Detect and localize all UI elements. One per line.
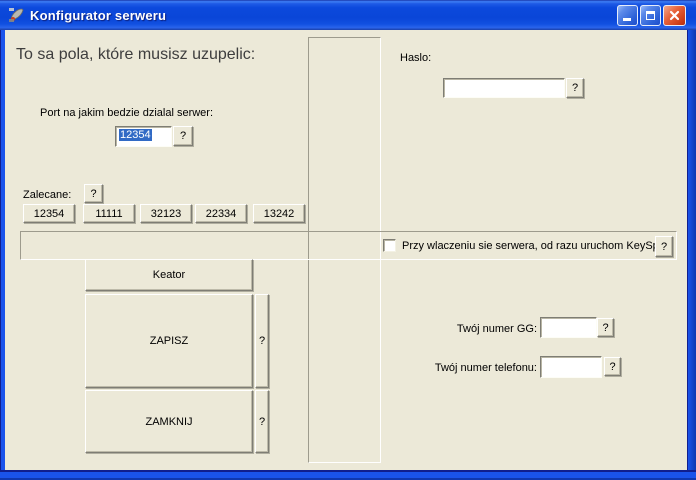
close-icon xyxy=(669,10,680,21)
minimize-icon xyxy=(623,18,631,21)
autostart-checkbox[interactable] xyxy=(383,239,396,252)
minimize-button[interactable] xyxy=(617,5,638,26)
keator-button[interactable]: Keator xyxy=(85,259,253,291)
gg-help-button[interactable]: ? xyxy=(597,318,614,337)
page-title: To sa pola, które musisz uzupelic: xyxy=(16,46,255,64)
port-help-button[interactable]: ? xyxy=(173,126,193,146)
port-option-button-1[interactable]: 12354 xyxy=(23,204,75,223)
close-button[interactable] xyxy=(663,5,686,26)
app-icon xyxy=(8,7,25,24)
haslo-label: Haslo: xyxy=(400,52,431,64)
zalecane-label: Zalecane: xyxy=(23,189,71,201)
telefon-help-button[interactable]: ? xyxy=(604,357,621,376)
port-label: Port na jakim bedzie dzialal serwer: xyxy=(40,107,213,119)
window-border-bottom xyxy=(0,470,696,480)
port-input[interactable]: 12354 xyxy=(115,126,172,147)
window-border-right xyxy=(687,30,696,470)
maximize-icon xyxy=(646,11,655,20)
zapisz-help-button[interactable]: ? xyxy=(255,294,269,388)
port-input-selected-text: 12354 xyxy=(119,129,152,141)
zapisz-button[interactable]: ZAPISZ xyxy=(85,294,253,388)
haslo-input[interactable] xyxy=(443,78,565,98)
telefon-input[interactable] xyxy=(540,356,602,378)
window-border-left xyxy=(0,30,5,470)
port-option-button-2[interactable]: 11111 xyxy=(83,204,135,223)
zamknij-help-button[interactable]: ? xyxy=(255,390,269,453)
port-option-button-5[interactable]: 13242 xyxy=(253,204,305,223)
window-title: Konfigurator serweru xyxy=(30,8,166,23)
port-option-button-4[interactable]: 22334 xyxy=(195,204,247,223)
konfigurator-window: Konfigurator serweru To sa pola, które m… xyxy=(0,0,696,480)
port-option-button-3[interactable]: 32123 xyxy=(140,204,192,223)
gg-input[interactable] xyxy=(540,317,597,338)
maximize-button[interactable] xyxy=(640,5,661,26)
telefon-label: Twój numer telefonu: xyxy=(410,362,537,374)
autostart-help-button[interactable]: ? xyxy=(655,236,673,257)
zamknij-button[interactable]: ZAMKNIJ xyxy=(85,390,253,453)
haslo-help-button[interactable]: ? xyxy=(566,78,584,98)
zalecane-help-button[interactable]: ? xyxy=(84,184,103,203)
autostart-label: Przy wlaczeniu sie serwera, od razu uruc… xyxy=(402,240,664,252)
gg-label: Twój numer GG: xyxy=(410,323,537,335)
titlebar[interactable]: Konfigurator serweru xyxy=(0,0,696,30)
